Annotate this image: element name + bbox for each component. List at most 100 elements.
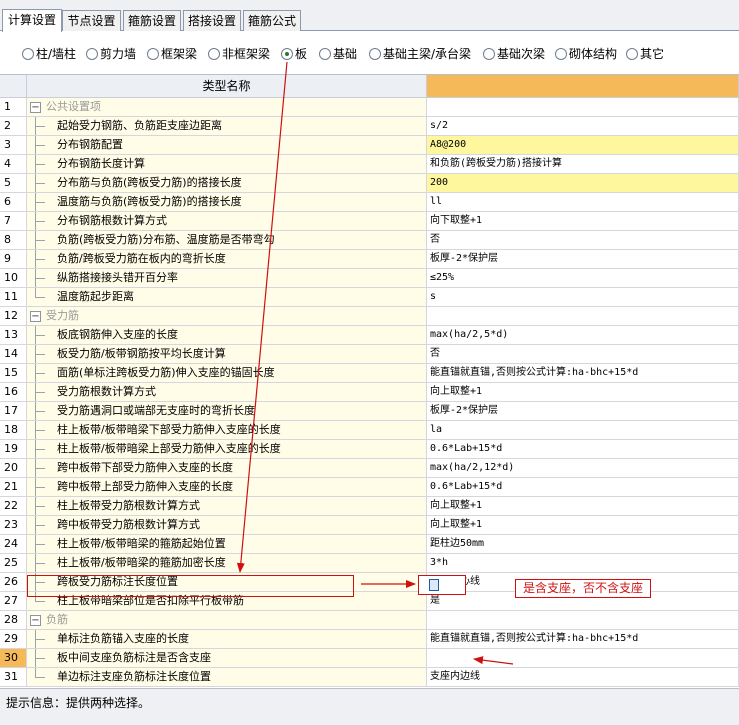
radio-foundation[interactable]: 基础 <box>319 46 357 62</box>
table-row[interactable]: 3 分布钢筋配置 A8@200 <box>0 136 739 155</box>
setting-value-cell[interactable]: ≤25% <box>427 269 739 288</box>
setting-value-cell[interactable]: 3*h <box>427 554 739 573</box>
radio-foundation-main-beam[interactable]: 基础主梁/承台梁 <box>369 46 471 62</box>
tab-stirrup-formula[interactable]: 箍筋公式 <box>243 10 301 31</box>
group-row[interactable]: 1− 公共设置项 <box>0 98 739 117</box>
setting-value-cell[interactable]: 否 <box>427 345 739 364</box>
row-number: 28 <box>0 611 27 630</box>
setting-value-cell[interactable] <box>427 649 739 668</box>
radio-non-frame-beam[interactable]: 非框架梁 <box>208 46 270 62</box>
setting-value-cell[interactable]: 向上取整+1 <box>427 516 739 535</box>
table-row[interactable]: 17 受力筋遇洞口或端部无支座时的弯折长度 板厚-2*保护层 <box>0 402 739 421</box>
group-row[interactable]: 28− 负筋 <box>0 611 739 630</box>
type-name-cell: 板受力筋/板带钢筋按平均长度计算 <box>27 345 427 364</box>
table-row[interactable]: 18 柱上板带/板带暗梁下部受力筋伸入支座的长度 la <box>0 421 739 440</box>
setting-value-cell[interactable]: 板厚-2*保护层 <box>427 402 739 421</box>
tab-calc-settings[interactable]: 计算设置 <box>2 9 62 32</box>
radio-masonry[interactable]: 砌体结构 <box>555 46 617 62</box>
radio-label: 板 <box>295 47 308 61</box>
setting-value-cell[interactable]: A8@200 <box>427 136 739 155</box>
table-row[interactable]: 14 板受力筋/板带钢筋按平均长度计算 否 <box>0 345 739 364</box>
table-row[interactable]: 13 板底钢筋伸入支座的长度 max(ha/2,5*d) <box>0 326 739 345</box>
radio-circle-icon <box>626 48 638 60</box>
radio-slab[interactable]: 板 <box>281 46 307 62</box>
table-row[interactable]: 2 起始受力钢筋、负筋距支座边距离 s/2 <box>0 117 739 136</box>
radio-frame-beam[interactable]: 框架梁 <box>147 46 197 62</box>
tree-branch-icon <box>35 563 45 564</box>
setting-value-cell[interactable]: 能直锚就直锚,否则按公式计算:ha-bhc+15*d <box>427 364 739 383</box>
row-number: 21 <box>0 478 27 497</box>
radio-foundation-secondary-beam[interactable]: 基础次梁 <box>483 46 545 62</box>
collapse-toggle-icon[interactable]: − <box>30 102 41 113</box>
tab-node-settings[interactable]: 节点设置 <box>62 10 121 31</box>
setting-value-cell[interactable]: s/2 <box>427 117 739 136</box>
collapse-toggle-icon[interactable]: − <box>30 615 41 626</box>
table-row[interactable]: 20 跨中板带下部受力筋伸入支座的长度 max(ha/2,12*d) <box>0 459 739 478</box>
setting-value-cell[interactable]: 板厚-2*保护层 <box>427 250 739 269</box>
radio-shear-wall[interactable]: 剪力墙 <box>86 46 136 62</box>
table-row[interactable]: 6 温度筋与负筋(跨板受力筋)的搭接长度 ll <box>0 193 739 212</box>
setting-value-cell[interactable]: max(ha/2,12*d) <box>427 459 739 478</box>
radio-column[interactable]: 柱/墙柱 <box>22 46 76 62</box>
table-row[interactable]: 30 板中间支座负筋标注是否含支座 <box>0 649 739 668</box>
setting-value-cell[interactable]: 支座内边线 <box>427 668 739 687</box>
setting-value-cell[interactable]: 否 <box>427 231 739 250</box>
table-row[interactable]: 23 跨中板带受力筋根数计算方式 向上取整+1 <box>0 516 739 535</box>
table-row[interactable]: 25 柱上板带/板带暗梁的箍筋加密长度 3*h <box>0 554 739 573</box>
row-number: 17 <box>0 402 27 421</box>
table-row[interactable]: 4 分布钢筋长度计算 和负筋(跨板受力筋)搭接计算 <box>0 155 739 174</box>
radio-circle-icon <box>208 48 220 60</box>
tree-branch-icon <box>35 677 45 678</box>
table-row[interactable]: 19 柱上板带/板带暗梁上部受力筋伸入支座的长度 0.6*Lab+15*d <box>0 440 739 459</box>
radio-circle-icon <box>483 48 495 60</box>
setting-label: 单边标注支座负筋标注长度位置 <box>57 670 211 683</box>
group-label: 公共设置项 <box>46 100 101 113</box>
table-row[interactable]: 16 受力筋根数计算方式 向上取整+1 <box>0 383 739 402</box>
tree-branch-icon <box>35 335 45 336</box>
setting-value-cell[interactable]: 0.6*Lab+15*d <box>427 478 739 497</box>
group-row[interactable]: 12− 受力筋 <box>0 307 739 326</box>
setting-label: 纵筋搭接接头错开百分率 <box>57 271 178 284</box>
type-name-cell: 板中间支座负筋标注是否含支座 <box>27 649 427 668</box>
annotation-note: 是含支座，否不含支座 <box>515 579 652 598</box>
setting-value-cell[interactable]: ll <box>427 193 739 212</box>
setting-value-cell[interactable]: 向上取整+1 <box>427 497 739 516</box>
table-row[interactable]: 22 柱上板带受力筋根数计算方式 向上取整+1 <box>0 497 739 516</box>
collapse-toggle-icon[interactable]: − <box>30 311 41 322</box>
table-row[interactable]: 24 柱上板带/板带暗梁的箍筋起始位置 距柱边50mm <box>0 535 739 554</box>
table-row[interactable]: 11 温度筋起步距离 s <box>0 288 739 307</box>
value-cell-editor[interactable] <box>418 575 466 595</box>
setting-value-cell[interactable]: 0.6*Lab+15*d <box>427 440 739 459</box>
table-row[interactable]: 31 单边标注支座负筋标注长度位置 支座内边线 <box>0 668 739 687</box>
setting-value-cell[interactable]: 能直锚就直锚,否则按公式计算:ha-bhc+15*d <box>427 630 739 649</box>
setting-value-cell[interactable]: 向下取整+1 <box>427 212 739 231</box>
setting-value-cell[interactable]: 和负筋(跨板受力筋)搭接计算 <box>427 155 739 174</box>
row-number: 4 <box>0 155 27 174</box>
setting-value-cell[interactable]: la <box>427 421 739 440</box>
tab-stirrup-settings[interactable]: 箍筋设置 <box>123 10 181 31</box>
setting-value-cell[interactable]: max(ha/2,5*d) <box>427 326 739 345</box>
status-text: 提示信息：提供两种选择。 <box>6 696 151 710</box>
radio-other[interactable]: 其它 <box>626 46 664 62</box>
setting-value-cell[interactable]: s <box>427 288 739 307</box>
table-row[interactable]: 10 纵筋搭接接头错开百分率 ≤25% <box>0 269 739 288</box>
tree-branch-icon <box>35 145 45 146</box>
table-row[interactable]: 7 分布钢筋根数计算方式 向下取整+1 <box>0 212 739 231</box>
table-row[interactable]: 8 负筋(跨板受力筋)分布筋、温度筋是否带弯勾 否 <box>0 231 739 250</box>
tree-branch-icon <box>35 544 45 545</box>
header-type-name: 类型名称 <box>27 75 427 98</box>
type-name-cell: 板底钢筋伸入支座的长度 <box>27 326 427 345</box>
row-number: 23 <box>0 516 27 535</box>
setting-value-cell[interactable]: 距柱边50mm <box>427 535 739 554</box>
radio-label: 基础主梁/承台梁 <box>383 47 472 61</box>
table-row[interactable]: 15 面筋(单标注跨板受力筋)伸入支座的锚固长度 能直锚就直锚,否则按公式计算:ha… <box>0 364 739 383</box>
setting-value-cell[interactable]: 向上取整+1 <box>427 383 739 402</box>
type-name-cell: 单标注负筋锚入支座的长度 <box>27 630 427 649</box>
setting-value-cell[interactable]: 200 <box>427 174 739 193</box>
tab-lap-settings[interactable]: 搭接设置 <box>183 10 241 31</box>
table-row[interactable]: 9 负筋/跨板受力筋在板内的弯折长度 板厚-2*保护层 <box>0 250 739 269</box>
table-row[interactable]: 21 跨中板带上部受力筋伸入支座的长度 0.6*Lab+15*d <box>0 478 739 497</box>
table-row[interactable]: 5 分布筋与负筋(跨板受力筋)的搭接长度 200 <box>0 174 739 193</box>
table-row[interactable]: 29 单标注负筋锚入支座的长度 能直锚就直锚,否则按公式计算:ha-bhc+15*d <box>0 630 739 649</box>
type-name-cell: − 受力筋 <box>27 307 427 326</box>
